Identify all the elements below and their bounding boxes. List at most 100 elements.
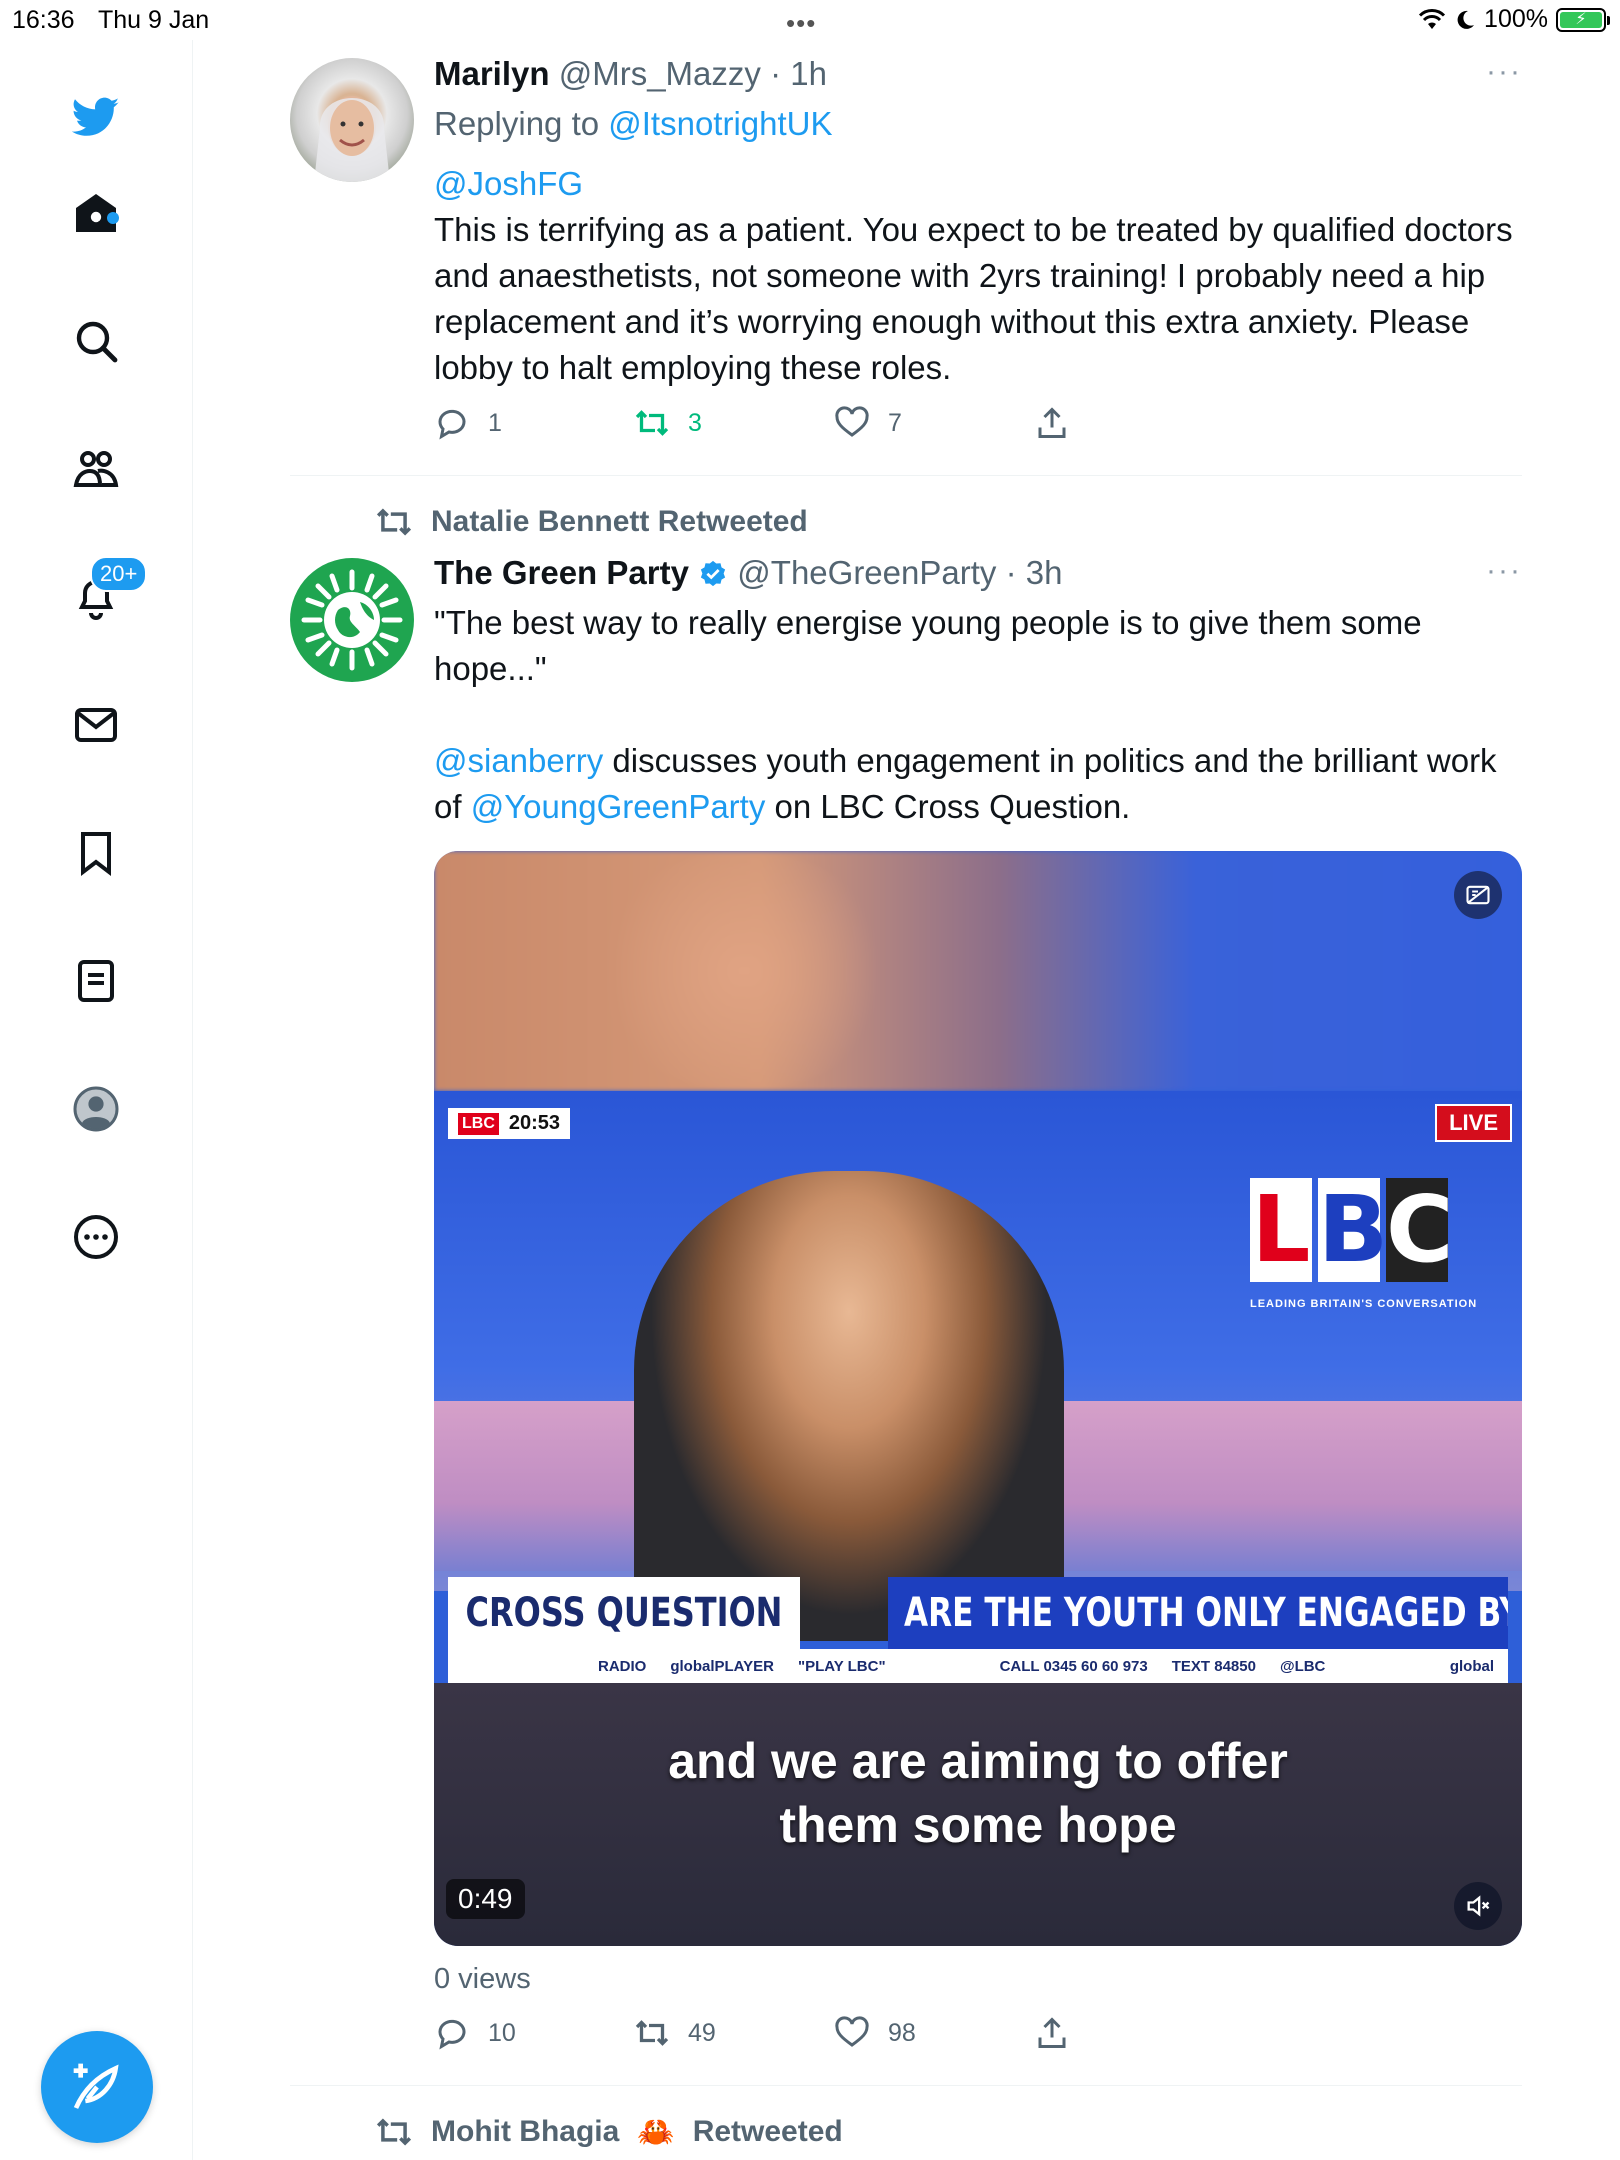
- profile-icon[interactable]: [67, 1080, 125, 1138]
- status-date: Thu 9 Jan: [98, 6, 210, 34]
- lbc-logo: L B C: [1250, 1176, 1454, 1283]
- mention-sianberry[interactable]: @sianberry: [434, 742, 603, 779]
- share-icon: [1038, 407, 1066, 438]
- tweet-header: The Green Party @TheGreenParty · 3h: [434, 554, 1062, 592]
- replying-to: Replying to @ItsnotrightUK: [434, 105, 833, 143]
- search-icon[interactable]: [67, 312, 125, 370]
- avatar[interactable]: [290, 58, 414, 182]
- bookmarks-icon[interactable]: [67, 824, 125, 882]
- crab-emoji: 🦀: [637, 2115, 675, 2149]
- lbc-logo-l: L: [1250, 1176, 1312, 1283]
- more-options-icon[interactable]: ···: [1486, 55, 1522, 89]
- replying-to-link[interactable]: @ItsnotrightUK: [608, 105, 832, 142]
- notifications-badge: 20+: [90, 556, 148, 592]
- compose-tweet-button[interactable]: [41, 2031, 153, 2143]
- moon-icon: [1457, 10, 1475, 29]
- communities-icon[interactable]: [67, 440, 125, 498]
- tweet-actions: 1 3 7: [434, 405, 1134, 445]
- retweet-button[interactable]: 3: [634, 405, 702, 441]
- avatar[interactable]: [290, 558, 414, 682]
- tweet-body-part2: on LBC Cross Question.: [765, 788, 1131, 825]
- live-badge: LIVE: [1435, 1104, 1512, 1142]
- headline: ARE THE YOUTH ONLY ENGAGED BY REFORM?: [888, 1577, 1508, 1649]
- replying-to-label: Replying to: [434, 105, 609, 142]
- retweet-button[interactable]: 49: [634, 2015, 716, 2051]
- heart-icon: [835, 2016, 869, 2047]
- handle[interactable]: @Mrs_Mazzy: [559, 55, 761, 92]
- more-options-icon[interactable]: ···: [1486, 554, 1522, 588]
- tweet-body: @sianberry discusses youth engagement in…: [434, 738, 1514, 830]
- display-name[interactable]: Marilyn: [434, 55, 550, 92]
- lbc-ticker: RADIO globalPLAYER "PLAY LBC" CALL 0345 …: [448, 1649, 1508, 1683]
- ticker-text: TEXT 84850: [1171, 1657, 1256, 1675]
- tweet-text: @JoshFG This is terrifying as a patient.…: [434, 161, 1514, 391]
- speaker-muted-icon: [1467, 1895, 1490, 1917]
- retweeted-by-label: Natalie Bennett Retweeted: [431, 505, 808, 538]
- mention-link[interactable]: @JoshFG: [434, 161, 1514, 207]
- retweeted-suffix: Retweeted: [692, 2115, 843, 2148]
- lbc-clock-bug: LBC 20:53: [448, 1108, 571, 1139]
- lbc-mini-logo: LBC: [458, 1112, 499, 1135]
- status-right: 100% ⚡: [1418, 5, 1610, 34]
- sidebar-nav: 20+: [0, 40, 193, 2160]
- retweeted-by[interactable]: Mohit Bhagia 🦀 Retweeted: [375, 2113, 843, 2151]
- reply-icon: [438, 2019, 466, 2050]
- headline-text: ARE THE YOUTH ONLY ENGAGED BY REFORM?: [904, 1590, 1508, 1636]
- retweet-icon: [635, 410, 669, 436]
- tweet-marilyn[interactable]: Marilyn @Mrs_Mazzy · 1h ··· Replying to …: [290, 55, 1522, 455]
- video-duration: 0:49: [446, 1879, 525, 1919]
- lists-icon[interactable]: [67, 952, 125, 1010]
- heart-icon: [835, 406, 869, 437]
- more-icon[interactable]: [67, 1208, 125, 1266]
- compose-feather-icon: [73, 2063, 119, 2109]
- reply-button[interactable]: 10: [434, 2015, 516, 2051]
- battery-percent: 100%: [1484, 5, 1548, 33]
- lower-third: CROSS QUESTION ARE THE YOUTH ONLY ENGAGE…: [448, 1577, 1508, 1649]
- retweet-icon: [376, 2118, 412, 2146]
- video-player[interactable]: LBC 20:53 LIVE L B C LEADING BRITAIN'S C…: [434, 851, 1522, 1946]
- messages-icon[interactable]: [67, 696, 125, 754]
- retweet-count: 3: [688, 408, 702, 437]
- reply-count: 1: [488, 408, 502, 437]
- like-button[interactable]: 98: [834, 2015, 916, 2051]
- like-count: 98: [888, 2018, 916, 2047]
- tweet-quote: "The best way to really energise young p…: [434, 604, 1422, 687]
- retweeted-by[interactable]: Natalie Bennett Retweeted: [375, 503, 808, 541]
- display-name[interactable]: The Green Party: [434, 554, 689, 591]
- mention-younggreenparty[interactable]: @YoungGreenParty: [471, 788, 766, 825]
- caption-line-2: them some hope: [779, 1797, 1177, 1853]
- reply-button[interactable]: 1: [434, 405, 502, 441]
- share-button[interactable]: [1034, 2015, 1070, 2051]
- ticker-handle: @LBC: [1279, 1657, 1326, 1675]
- alt-text-button[interactable]: [1454, 871, 1502, 919]
- reply-count: 10: [488, 2018, 516, 2047]
- like-button[interactable]: 7: [834, 405, 902, 441]
- retweet-icon: [376, 508, 412, 536]
- lbc-logo-c: C: [1386, 1176, 1454, 1283]
- tweet-text: "The best way to really energise young p…: [434, 600, 1514, 830]
- battery-icon: ⚡: [1556, 7, 1610, 32]
- caption-line-1: and we are aiming to offer: [668, 1733, 1288, 1789]
- retweeted-by-name: Mohit Bhagia: [431, 2115, 620, 2148]
- twitter-logo-icon[interactable]: [67, 88, 125, 146]
- mute-button[interactable]: [1454, 1882, 1502, 1930]
- timestamp[interactable]: · 1h: [770, 55, 827, 92]
- retweet-count: 49: [688, 2018, 716, 2047]
- reply-icon: [438, 409, 466, 440]
- image-description-icon: [1466, 885, 1490, 905]
- share-icon: [1038, 2017, 1066, 2048]
- handle[interactable]: @TheGreenParty: [737, 554, 996, 591]
- tweet-body: This is terrifying as a patient. You exp…: [434, 211, 1513, 386]
- tweet-divider: [290, 475, 1522, 476]
- video-blurred-top: [434, 851, 1522, 1091]
- timestamp[interactable]: · 3h: [1006, 554, 1063, 591]
- status-bar: 16:36 Thu 9 Jan ••• 100% ⚡: [0, 0, 1620, 40]
- lbc-clock: 20:53: [508, 1112, 561, 1134]
- like-count: 7: [888, 408, 902, 437]
- ticker-brand: global: [1449, 1657, 1494, 1675]
- verified-badge-icon: [700, 560, 726, 587]
- share-button[interactable]: [1034, 405, 1070, 441]
- ticker-radio: RADIO: [598, 1657, 647, 1675]
- video-presenter: [634, 1171, 1064, 1641]
- multitasking-grabber[interactable]: •••: [786, 8, 816, 39]
